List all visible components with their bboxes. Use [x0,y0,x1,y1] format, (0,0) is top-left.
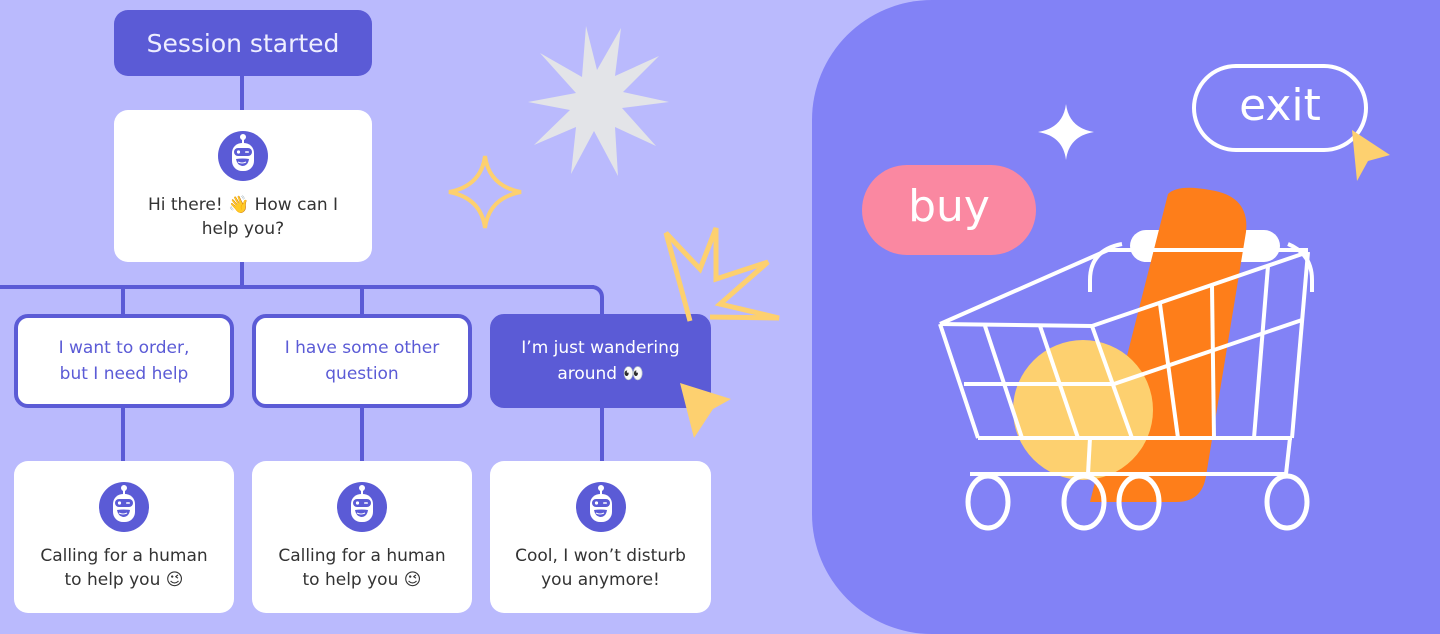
yellow-burst-outline-icon [663,227,780,322]
yellow-sparkle-outline-icon [448,155,522,229]
connector-branch-2 [360,285,364,315]
connector-choice-1 [121,406,125,462]
connector-branch-curve [584,285,604,315]
choice-order-help[interactable]: I want to order, but I need help [14,314,234,408]
response-node-3[interactable]: Cool, I won’t disturb you anymore! [490,461,711,613]
choice-label: I’m just wandering around 👀 [521,338,680,384]
exit-button[interactable]: exit [1192,64,1368,152]
choice-label: I have some other question [284,338,440,384]
robot-icon [575,482,626,532]
cursor-icon [680,383,731,438]
session-started-label: Session started [146,28,340,58]
robot-icon [99,482,149,532]
connector-branch-horizontal [0,285,594,289]
greeting-text: Hi there! 👋 How can I help you? [147,195,339,239]
response-text: Cool, I won’t disturb you anymore! [515,546,686,590]
connector-root-greeting [240,76,244,110]
greeting-node[interactable]: Hi there! 👋 How can I help you? [114,110,372,262]
exit-label: exit [1239,79,1321,131]
connector-choice-2 [360,406,364,462]
response-node-1[interactable]: Calling for a human to help you 😉 [14,461,234,613]
connector-choice-3 [600,406,604,462]
gray-starburst-icon [528,26,669,176]
response-node-2[interactable]: Calling for a human to help you 😉 [252,461,472,613]
connector-branch-1 [121,285,125,315]
response-text: Calling for a human to help you 😉 [278,546,446,590]
response-text: Calling for a human to help you 😉 [40,546,208,590]
exit-cursor-icon [1352,130,1390,181]
session-started-node[interactable]: Session started [114,10,372,76]
robot-icon [337,482,387,532]
choice-other-question[interactable]: I have some other question [252,314,472,408]
robot-icon [218,131,268,181]
shopping-cart-icon [938,187,1314,531]
choice-label: I want to order, but I need help [58,338,190,384]
choice-just-wandering[interactable]: I’m just wandering around 👀 [490,314,711,408]
white-sparkle-icon [1038,104,1094,160]
